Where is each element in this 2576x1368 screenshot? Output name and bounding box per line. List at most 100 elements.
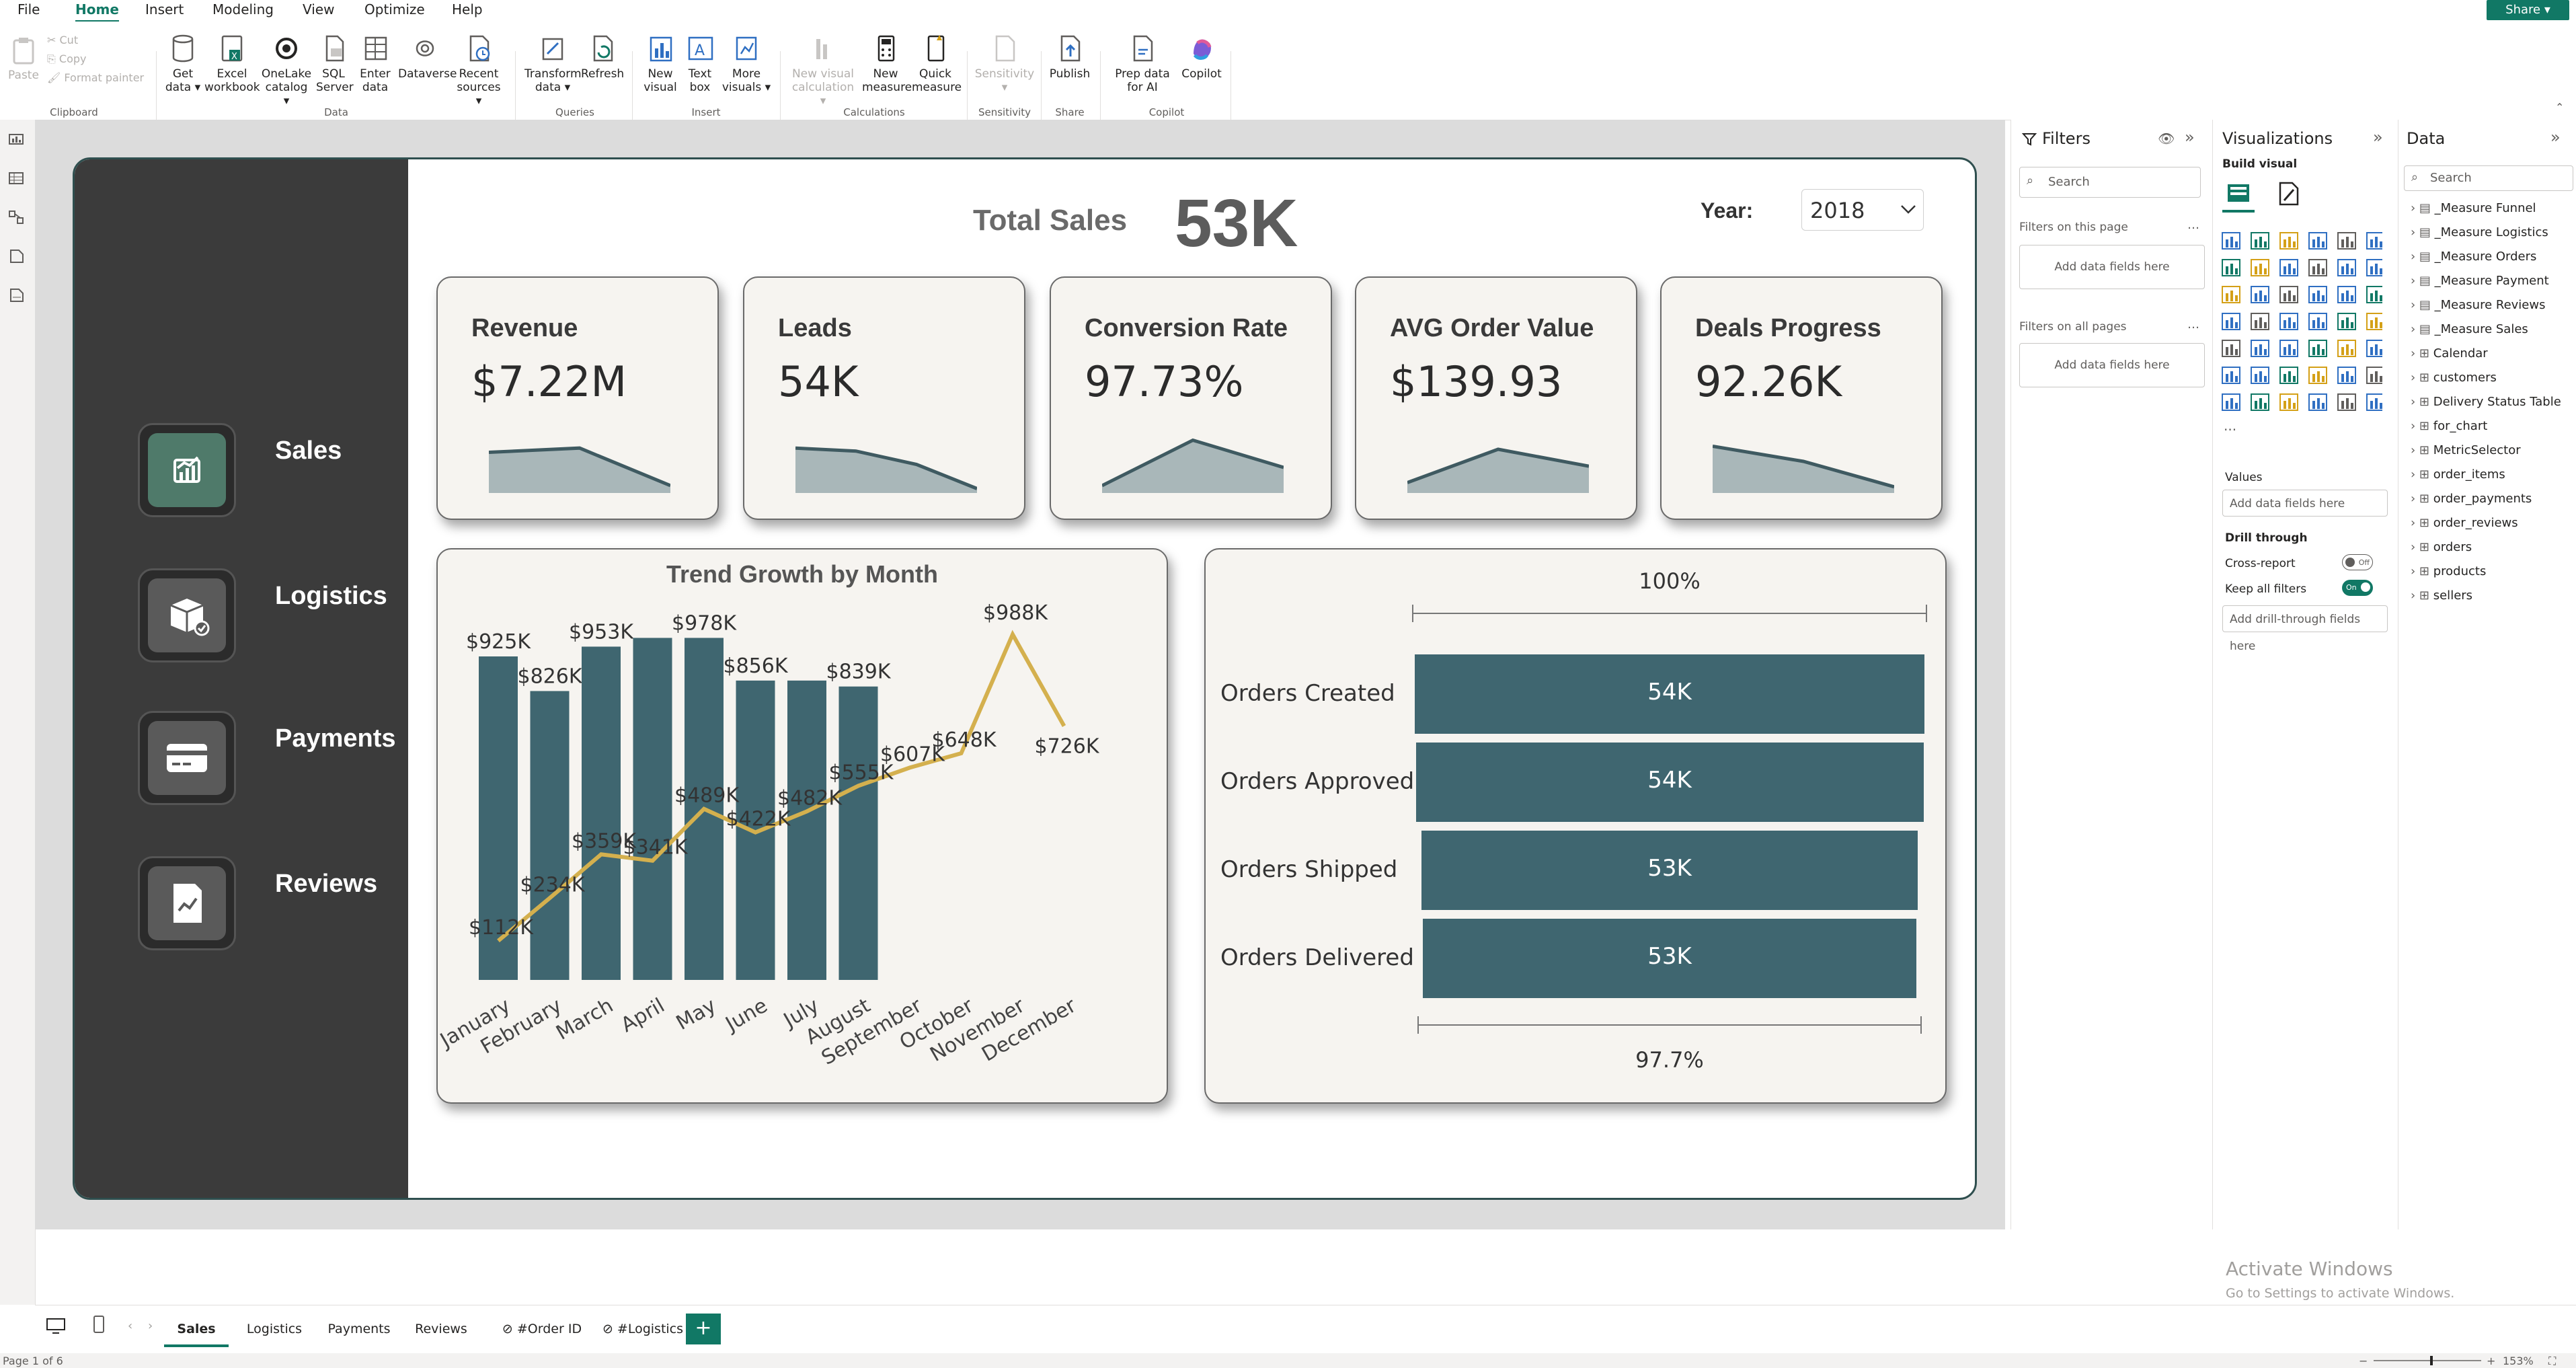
visual-type-icon[interactable] <box>2279 393 2298 411</box>
data-table-item[interactable]: › ⊞ for_chart <box>2411 417 2487 436</box>
nav-reviews-label[interactable]: Reviews <box>275 870 377 899</box>
onelake-catalog-button[interactable]: OneLake catalog ▾ <box>261 34 312 108</box>
tab-payments[interactable]: Payments <box>320 1314 398 1344</box>
model-view-icon[interactable] <box>8 210 26 225</box>
menu-file[interactable]: File <box>17 0 40 20</box>
nav-sales-label[interactable]: Sales <box>275 436 342 465</box>
visual-type-icon[interactable] <box>2308 340 2327 357</box>
collapse-visualizations-icon[interactable]: » <box>2373 128 2383 147</box>
trend-chart-card[interactable]: Trend Growth by Month $925K $826K $953K $97… <box>436 548 1168 1104</box>
visual-type-icon[interactable] <box>2222 313 2240 330</box>
kpi-card-deals-progress[interactable]: Deals Progress 92.26K <box>1660 276 1943 520</box>
collapse-ribbon-button[interactable]: ⌃ <box>2555 101 2564 114</box>
visual-type-icon[interactable] <box>2366 393 2382 411</box>
menu-optimize[interactable]: Optimize <box>364 0 425 20</box>
visual-type-icon[interactable] <box>2337 393 2356 411</box>
filters-search-input[interactable]: ⌕ Search <box>2019 167 2201 198</box>
filters-page-drop-zone[interactable]: Add data fields here <box>2019 245 2205 289</box>
visual-type-icon[interactable] <box>2279 367 2298 384</box>
kpi-card-revenue[interactable]: Revenue $7.22M <box>436 276 719 520</box>
visual-type-icon[interactable] <box>2337 367 2356 384</box>
tab-sales[interactable]: Sales <box>164 1314 229 1347</box>
tab-reviews[interactable]: Reviews <box>406 1314 476 1344</box>
visual-type-icon[interactable] <box>2308 367 2327 384</box>
mobile-layout-icon[interactable] <box>93 1315 106 1335</box>
visual-type-icon[interactable] <box>2366 367 2382 384</box>
paste-button[interactable]: Paste <box>7 36 40 82</box>
data-search-input[interactable]: ⌕ Search <box>2404 165 2573 191</box>
collapse-data-icon[interactable]: » <box>2550 128 2561 147</box>
trend-bar[interactable] <box>633 638 672 980</box>
data-table-item[interactable]: › ⊞ orders <box>2411 538 2472 557</box>
recent-sources-button[interactable]: Recent sources ▾ <box>455 34 503 108</box>
year-dropdown[interactable]: 2018 <box>1801 189 1924 231</box>
build-visual-tab[interactable] <box>2222 180 2255 213</box>
visual-type-icon[interactable] <box>2366 313 2382 330</box>
dax-query-view-icon[interactable] <box>8 249 26 264</box>
kpi-card-leads[interactable]: Leads 54K <box>743 276 1025 520</box>
data-table-item[interactable]: › ⊞ products <box>2411 562 2486 581</box>
data-table-item[interactable]: › ▤ _Measure Logistics <box>2411 223 2548 242</box>
data-table-item[interactable]: › ⊞ Delivery Status Table <box>2411 393 2561 412</box>
visual-type-icon[interactable] <box>2279 286 2298 303</box>
keep-all-filters-toggle[interactable]: On <box>2342 580 2373 596</box>
quick-measure-button[interactable]: Quick measure <box>912 34 962 94</box>
visual-type-icon[interactable] <box>2222 393 2240 411</box>
visual-type-icon[interactable] <box>2308 313 2327 330</box>
sql-server-button[interactable]: SQL Server <box>316 34 354 94</box>
visual-type-icon[interactable] <box>2222 367 2240 384</box>
text-box-button[interactable]: A Text box <box>683 34 717 94</box>
visual-type-icon[interactable] <box>2279 232 2298 250</box>
data-table-item[interactable]: › ▤ _Measure Reviews <box>2411 296 2545 315</box>
data-table-item[interactable]: › ▤ _Measure Orders <box>2411 248 2536 266</box>
table-view-icon[interactable] <box>8 171 26 186</box>
copilot-button[interactable]: Copilot <box>1179 34 1224 81</box>
tab-logistics-hidden[interactable]: ⊘ #Logistics <box>597 1314 689 1344</box>
collapse-filters-icon[interactable]: » <box>2185 128 2195 147</box>
visual-type-icon[interactable] <box>2337 340 2356 357</box>
visual-type-icon[interactable] <box>2251 340 2269 357</box>
nav-payments-button[interactable] <box>138 711 236 805</box>
menu-view[interactable]: View <box>303 0 334 20</box>
data-table-item[interactable]: › ⊞ sellers <box>2411 586 2472 605</box>
nav-payments-label[interactable]: Payments <box>275 724 396 753</box>
visual-type-icon[interactable] <box>2366 340 2382 357</box>
visual-type-icon[interactable] <box>2222 340 2240 357</box>
data-table-item[interactable]: › ▤ _Measure Funnel <box>2411 199 2536 218</box>
refresh-button[interactable]: Refresh <box>581 34 624 81</box>
nav-logistics-label[interactable]: Logistics <box>275 582 387 611</box>
data-table-item[interactable]: › ⊞ order_payments <box>2411 490 2532 508</box>
add-page-button[interactable]: + <box>686 1314 721 1344</box>
values-drop-zone[interactable]: Add data fields here <box>2222 490 2388 517</box>
format-visual-tab[interactable] <box>2272 180 2304 210</box>
kpi-card-avg-order-value[interactable]: AVG Order Value $139.93 <box>1355 276 1637 520</box>
trend-bar[interactable] <box>838 686 878 980</box>
sensitivity-button[interactable]: Sensitivity ▾ <box>974 34 1036 94</box>
nav-logistics-button[interactable] <box>138 568 236 662</box>
new-visual-calculation-button[interactable]: New visual calculation ▾ <box>788 34 858 108</box>
zoom-slider-thumb[interactable] <box>2430 1356 2433 1365</box>
enter-data-button[interactable]: Enter data <box>356 34 394 94</box>
data-table-item[interactable]: › ⊞ order_reviews <box>2411 514 2518 533</box>
tmdl-view-icon[interactable] <box>8 288 26 303</box>
visual-type-icon[interactable] <box>2251 232 2269 250</box>
visual-type-icon[interactable] <box>2251 259 2269 276</box>
prep-data-for-ai-button[interactable]: Prep data for AI <box>1107 34 1178 94</box>
visual-type-icon[interactable] <box>2308 286 2327 303</box>
visual-type-icon[interactable] <box>2279 340 2298 357</box>
funnel-bar[interactable]: 54K <box>1415 654 1924 734</box>
order-funnel-card[interactable]: 100% Orders Created 54K Orders Approved 54K… <box>1204 548 1947 1104</box>
zoom-slider[interactable] <box>2374 1360 2481 1361</box>
scroll-right-icon[interactable]: › <box>148 1319 153 1333</box>
visual-type-icon[interactable] <box>2308 259 2327 276</box>
visual-type-icon[interactable] <box>2337 286 2356 303</box>
zoom-in-icon[interactable]: + <box>2487 1355 2495 1367</box>
data-table-item[interactable]: › ⊞ Calendar <box>2411 344 2488 363</box>
tab-logistics[interactable]: Logistics <box>237 1314 312 1344</box>
report-view-icon[interactable] <box>8 132 26 147</box>
nav-sales-button[interactable] <box>138 423 236 517</box>
menu-insert[interactable]: Insert <box>145 0 184 20</box>
funnel-bar[interactable]: 53K <box>1422 919 1917 998</box>
menu-home[interactable]: Home <box>75 0 119 23</box>
filters-all-drop-zone[interactable]: Add data fields here <box>2019 343 2205 387</box>
